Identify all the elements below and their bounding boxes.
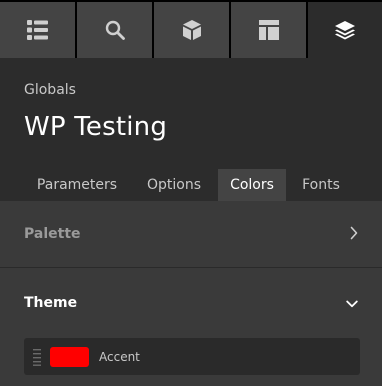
- color-swatch[interactable]: [50, 346, 89, 367]
- cube-icon: [182, 19, 202, 41]
- palette-section-header[interactable]: Palette: [0, 201, 382, 268]
- list-tool-button[interactable]: [0, 2, 75, 58]
- tab-parameters[interactable]: Parameters: [24, 169, 130, 201]
- chevron-down-icon: [346, 293, 358, 312]
- layers-icon: [334, 20, 356, 40]
- theme-color-item[interactable]: Accent: [24, 338, 360, 375]
- search-tool-button[interactable]: [77, 2, 152, 58]
- layout-tool-button[interactable]: [231, 2, 306, 58]
- tab-fonts[interactable]: Fonts: [292, 169, 350, 201]
- top-toolbar: [0, 0, 382, 58]
- tab-colors[interactable]: Colors: [218, 169, 286, 201]
- list-icon: [26, 20, 49, 40]
- layout-icon: [258, 20, 279, 40]
- drag-handle-icon[interactable]: [24, 338, 50, 375]
- theme-section-label: Theme: [24, 294, 78, 311]
- tab-bar: Parameters Options Colors Fonts: [0, 169, 382, 201]
- chevron-right-icon: [350, 225, 358, 244]
- tab-options[interactable]: Options: [136, 169, 212, 201]
- colors-content: Palette Theme Accent: [0, 201, 382, 386]
- breadcrumb[interactable]: Globals: [24, 82, 76, 98]
- theme-section-header[interactable]: Theme: [0, 269, 382, 336]
- blocks-tool-button[interactable]: [154, 2, 229, 58]
- globals-panel: Globals WP Testing Parameters Options Co…: [0, 0, 382, 386]
- page-title: WP Testing: [24, 112, 168, 142]
- search-icon: [105, 20, 125, 40]
- layers-tool-button[interactable]: [308, 2, 382, 58]
- palette-section-label: Palette: [24, 226, 81, 242]
- color-name-label: Accent: [99, 349, 140, 364]
